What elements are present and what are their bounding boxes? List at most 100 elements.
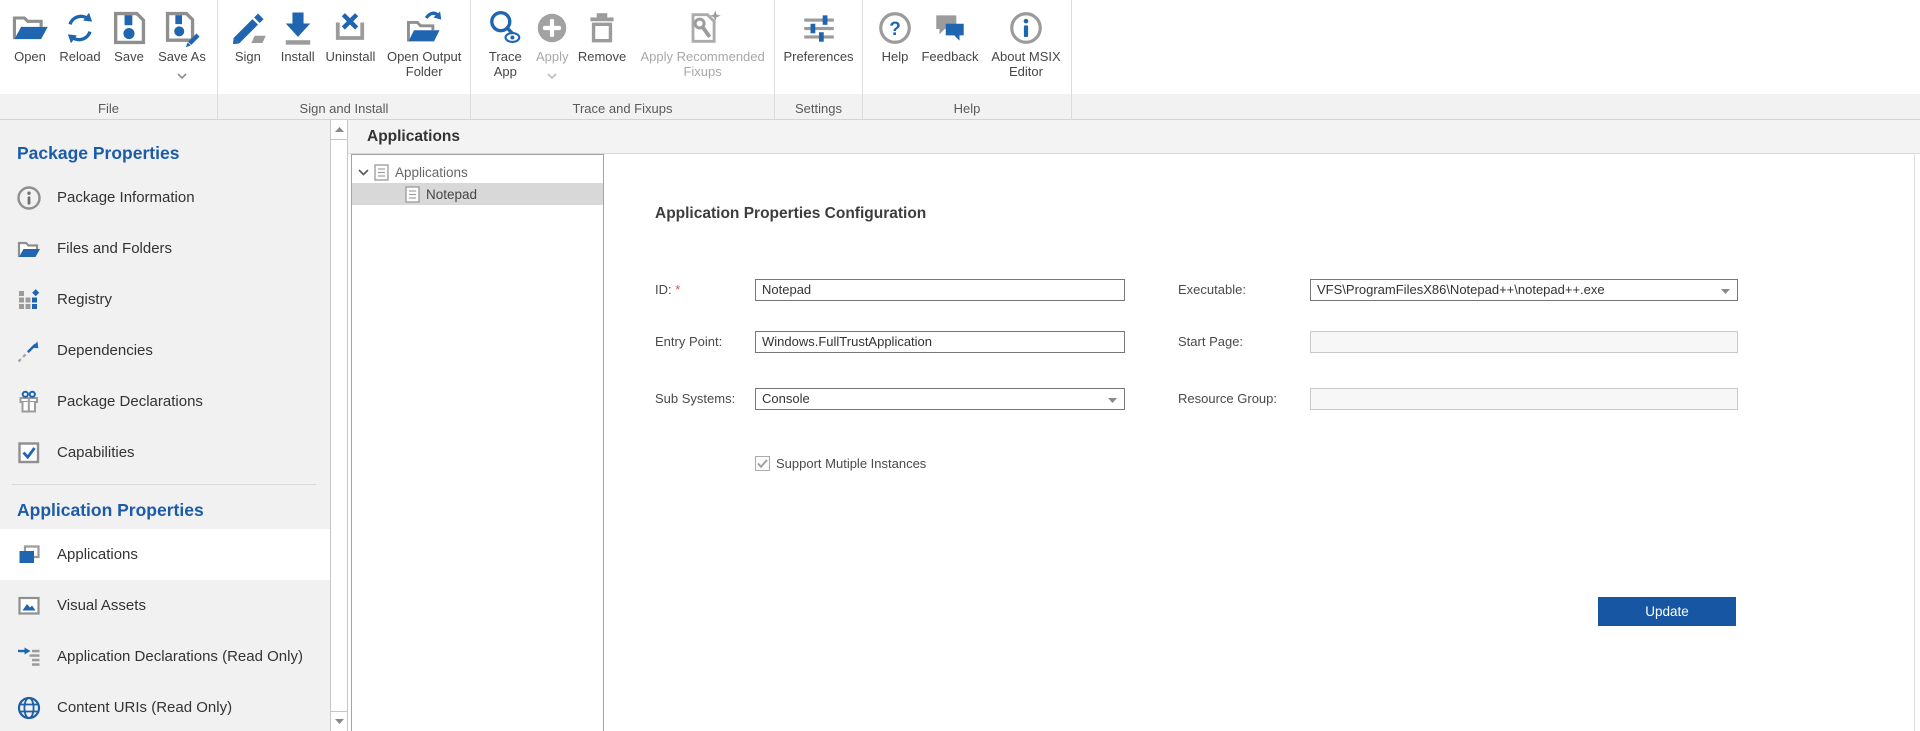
save-as-dropdown-chevron-icon[interactable] bbox=[177, 67, 187, 73]
sidebar-item-capabilities[interactable]: Capabilities bbox=[0, 427, 330, 478]
open-output-folder-button[interactable]: Open Output Folder bbox=[378, 7, 470, 79]
preferences-button[interactable]: Preferences bbox=[778, 7, 860, 64]
apply-recommended-fixups-icon bbox=[683, 7, 723, 49]
ribbon-group-help: ? Help Feedback About MSIX Editor Help bbox=[863, 0, 1072, 120]
open-button[interactable]: Open bbox=[6, 7, 54, 64]
about-msix-editor-button[interactable]: About MSIX Editor bbox=[983, 7, 1069, 79]
required-asterisk: * bbox=[675, 282, 680, 297]
form-heading: Application Properties Configuration bbox=[655, 205, 926, 223]
window-right-edge bbox=[1914, 154, 1915, 731]
resource-group-label: Resource Group: bbox=[1178, 388, 1277, 410]
application-declarations-icon bbox=[16, 644, 42, 670]
save-as-button[interactable]: Save As bbox=[152, 7, 212, 73]
start-page-input bbox=[1310, 331, 1738, 353]
about-info-icon bbox=[1007, 7, 1045, 49]
sidebar-navigation: Package Properties Package Information F… bbox=[0, 120, 330, 731]
apply-button[interactable]: Apply bbox=[532, 7, 573, 73]
start-page-label: Start Page: bbox=[1178, 331, 1243, 353]
sub-systems-label: Sub Systems: bbox=[655, 388, 735, 410]
package-information-icon bbox=[16, 185, 42, 211]
sidebar-item-applications[interactable]: Applications bbox=[0, 529, 330, 580]
install-icon bbox=[278, 7, 318, 49]
reload-button[interactable]: Reload bbox=[54, 7, 106, 64]
remove-icon bbox=[583, 7, 621, 49]
reload-icon bbox=[61, 7, 99, 49]
save-as-icon bbox=[162, 7, 202, 49]
ribbon-group-label-file: File bbox=[0, 101, 217, 116]
files-and-folders-icon bbox=[16, 236, 42, 262]
ribbon-group-file: Open Reload Save Save As File bbox=[0, 0, 218, 120]
sidebar-divider bbox=[12, 484, 316, 485]
ribbon-group-label-trace-fixups: Trace and Fixups bbox=[471, 101, 774, 116]
ribbon-group-label-help: Help bbox=[863, 101, 1071, 116]
sidebar-section-package-properties: Package Properties bbox=[0, 134, 330, 172]
apply-recommended-fixups-button[interactable]: Apply Recommended Fixups bbox=[631, 7, 774, 79]
scrollbar-down-arrow[interactable] bbox=[331, 711, 347, 731]
apply-icon bbox=[533, 7, 571, 49]
sidebar-item-registry[interactable]: Registry bbox=[0, 274, 330, 325]
uninstall-icon bbox=[330, 7, 370, 49]
ribbon-group-trace-fixups: Trace App Apply Remove Apply Recommended… bbox=[471, 0, 775, 120]
update-button[interactable]: Update bbox=[1598, 597, 1736, 626]
sub-systems-select[interactable]: Console bbox=[755, 388, 1125, 410]
tree-node-document-icon bbox=[405, 186, 420, 203]
trace-app-icon bbox=[486, 7, 524, 49]
ribbon-group-label-sign-install: Sign and Install bbox=[218, 101, 470, 116]
tree-expand-chevron-icon[interactable] bbox=[358, 169, 370, 176]
checkbox-box[interactable] bbox=[755, 456, 770, 471]
sidebar-item-visual-assets[interactable]: Visual Assets bbox=[0, 580, 330, 631]
open-icon bbox=[10, 7, 50, 49]
capabilities-icon bbox=[16, 440, 42, 466]
sidebar-item-application-declarations[interactable]: Application Declarations (Read Only) bbox=[0, 631, 330, 682]
sidebar-item-content-uris[interactable]: Content URIs (Read Only) bbox=[0, 682, 330, 731]
apply-dropdown-chevron-icon bbox=[547, 67, 557, 73]
sidebar-item-package-declarations[interactable]: Package Declarations bbox=[0, 376, 330, 427]
ribbon-group-sign-install: Sign Install Uninstall Open Output Folde… bbox=[218, 0, 471, 120]
ribbon-group-label-settings: Settings bbox=[775, 101, 862, 116]
svg-text:?: ? bbox=[889, 19, 901, 40]
open-output-folder-icon bbox=[404, 7, 444, 49]
tree-node-notepad[interactable]: Notepad bbox=[352, 183, 603, 205]
applications-icon bbox=[16, 542, 42, 568]
dropdown-arrow-icon bbox=[1108, 398, 1117, 403]
save-button[interactable]: Save bbox=[106, 7, 152, 64]
preferences-icon bbox=[800, 7, 838, 49]
resource-group-input bbox=[1310, 388, 1738, 410]
sign-icon bbox=[228, 7, 268, 49]
dependencies-icon bbox=[16, 338, 42, 364]
applications-tree-panel: Applications Notepad bbox=[351, 154, 604, 731]
executable-select[interactable]: VFS\ProgramFilesX86\Notepad++\notepad++.… bbox=[1310, 279, 1738, 301]
ribbon-toolbar: Open Reload Save Save As File Sign bbox=[0, 0, 1920, 120]
help-icon: ? bbox=[876, 7, 914, 49]
sidebar-item-dependencies[interactable]: Dependencies bbox=[0, 325, 330, 376]
sidebar-section-application-properties: Application Properties bbox=[0, 491, 330, 529]
scrollbar-up-arrow[interactable] bbox=[331, 120, 347, 140]
feedback-icon bbox=[931, 7, 969, 49]
sidebar-item-package-information[interactable]: Package Information bbox=[0, 172, 330, 223]
dropdown-arrow-icon bbox=[1721, 289, 1730, 294]
id-input[interactable]: Notepad bbox=[755, 279, 1125, 301]
tree-node-applications[interactable]: Applications bbox=[352, 161, 603, 183]
trace-app-button[interactable]: Trace App bbox=[479, 7, 532, 79]
sign-button[interactable]: Sign bbox=[223, 7, 273, 64]
visual-assets-icon bbox=[16, 593, 42, 619]
remove-button[interactable]: Remove bbox=[573, 7, 631, 64]
sidebar-scrollbar[interactable] bbox=[330, 120, 348, 731]
entry-point-input[interactable]: Windows.FullTrustApplication bbox=[755, 331, 1125, 353]
help-button[interactable]: ? Help bbox=[873, 7, 917, 64]
feedback-button[interactable]: Feedback bbox=[917, 7, 983, 64]
package-declarations-icon bbox=[16, 389, 42, 415]
checkbox-label: Support Mutiple Instances bbox=[776, 456, 926, 471]
main-header-bar: Applications bbox=[348, 120, 1920, 154]
ribbon-group-settings: Preferences Settings bbox=[775, 0, 863, 120]
support-multiple-instances-checkbox[interactable]: Support Mutiple Instances bbox=[755, 456, 926, 471]
page-title: Applications bbox=[348, 128, 460, 146]
install-button[interactable]: Install bbox=[273, 7, 323, 64]
executable-label: Executable: bbox=[1178, 279, 1246, 301]
tree-node-document-icon bbox=[374, 164, 389, 181]
save-icon bbox=[109, 7, 149, 49]
uninstall-button[interactable]: Uninstall bbox=[323, 7, 379, 64]
application-properties-form: Application Properties Configuration ID:… bbox=[604, 154, 1920, 731]
sidebar-item-files-and-folders[interactable]: Files and Folders bbox=[0, 223, 330, 274]
content-uris-globe-icon bbox=[16, 695, 42, 721]
